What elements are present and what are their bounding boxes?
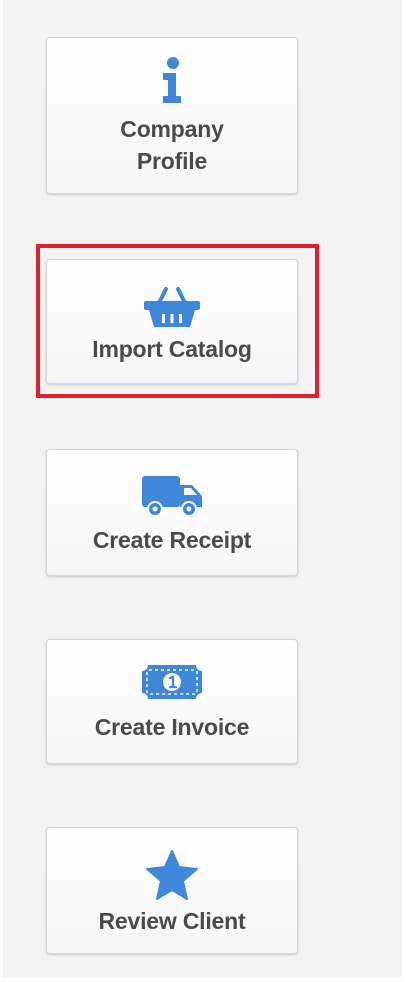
company-profile-button[interactable]: Company Profile [46, 37, 298, 194]
review-client-button[interactable]: Review Client [46, 827, 298, 954]
star-icon [144, 849, 200, 901]
money-bill-icon [136, 658, 208, 705]
import-catalog-button[interactable]: Import Catalog [46, 259, 298, 384]
company-profile-label: Company Profile [120, 115, 224, 174]
create-receipt-button[interactable]: Create Receipt [46, 449, 298, 576]
basket-icon [142, 283, 202, 329]
sidebar-panel: Company Profile Import Catalog Create Re… [3, 0, 402, 978]
create-invoice-label: Create Invoice [94, 713, 250, 740]
import-catalog-label: Import Catalog [92, 335, 252, 362]
create-receipt-label: Create Receipt [92, 526, 252, 553]
truck-icon [140, 474, 204, 518]
review-client-label: Review Client [98, 907, 246, 934]
create-invoice-button[interactable]: Create Invoice [46, 639, 298, 764]
info-icon [161, 56, 183, 103]
